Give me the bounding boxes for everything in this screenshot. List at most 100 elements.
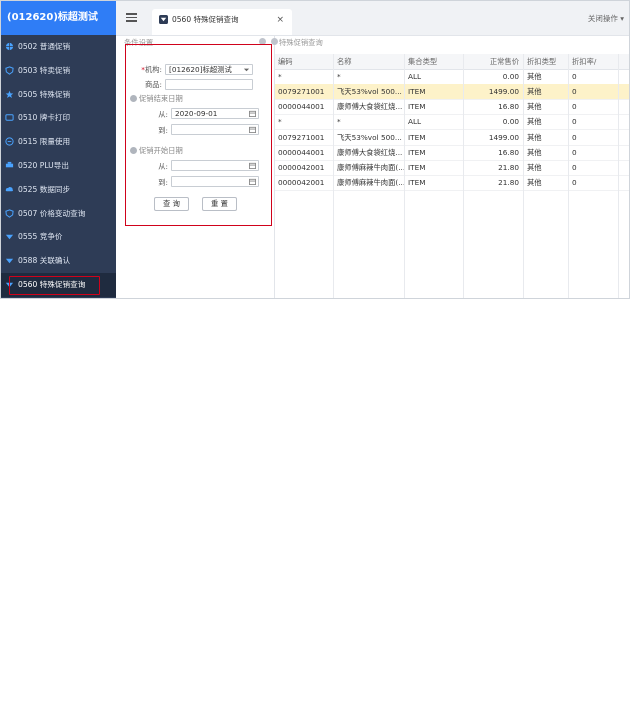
sidebar-item-1[interactable]: 0503 特卖促销 [1, 59, 116, 83]
table-cell: 0 [569, 99, 619, 115]
table-cell: 0079271001 [275, 84, 334, 100]
globe-icon [5, 42, 14, 51]
calendar-icon[interactable] [249, 110, 256, 117]
table-cell: 0.00 [464, 114, 524, 130]
org-select[interactable]: [012620]标超测试 [165, 64, 253, 75]
sidebar-item-label: 0560 特殊促销查询 [18, 279, 86, 289]
tab-app-icon [159, 15, 168, 24]
sidebar-item-9[interactable]: 0588 关联确认 [1, 249, 116, 273]
table-cell: 飞天53%vol 500... [334, 84, 405, 100]
sidebar: (012620)标超测试 0502 普通促销 0503 特卖促销 0505 特殊促销… [1, 1, 116, 298]
sidebar-item-3[interactable]: 0510 牌卡打印 [1, 106, 116, 130]
table-cell: 其他 [524, 144, 569, 160]
filter-panel: *机构: [012620]标超测试 商品: 促销结束日期 从: 2020-09-… [125, 44, 272, 226]
product-input[interactable] [165, 79, 253, 90]
table-row[interactable]: 0000042001 康师傅麻辣牛肉面(... ITEM 21.80 其他 0 [275, 159, 629, 176]
column-divider [523, 54, 524, 298]
table-cell: 0 [569, 159, 619, 175]
table-cell: 其他 [524, 69, 569, 85]
query-button[interactable]: 查 询 [154, 197, 189, 211]
table-cell: 其他 [524, 84, 569, 100]
start-from-date-input[interactable] [171, 160, 259, 171]
chevron-down-icon [243, 68, 250, 72]
table-cell: 16.80 [464, 144, 524, 160]
results-table: 编码 名称 集合类型 正常售价 折扣类型 折扣率/* * ALL 0.00 其他 0 00792710… [275, 54, 629, 298]
table-cell: ITEM [405, 99, 464, 115]
table-cell: ALL [405, 114, 464, 130]
table-cell: 16.80 [464, 99, 524, 115]
sidebar-item-2[interactable]: 0505 特殊促销 [1, 83, 116, 107]
table-cell: * [334, 69, 405, 85]
table-cell: 其他 [524, 129, 569, 145]
calendar-icon[interactable] [249, 126, 256, 133]
cloud-icon [5, 186, 13, 192]
shield-icon [5, 208, 14, 218]
tab-label: 0560 特殊促销查询 [172, 15, 239, 24]
table-cell: 其他 [524, 174, 569, 190]
reset-button[interactable]: 重 置 [202, 197, 237, 211]
tab-special-promo-query[interactable]: 0560 特殊促销查询 × [152, 9, 292, 35]
close-operations-menu[interactable]: 关闭操作 ▾ [588, 13, 624, 24]
column-header[interactable]: 编码 [275, 54, 334, 69]
sidebar-item-8[interactable]: 0555 竞争价 [1, 225, 116, 249]
end-from-date-input[interactable]: 2020-09-01 [171, 108, 259, 119]
end-from-date-value: 2020-09-01 [175, 109, 218, 118]
table-cell: ITEM [405, 159, 464, 175]
sidebar-item-7[interactable]: 0507 价格变动查询 [1, 202, 116, 226]
table-cell: 0000042001 [275, 159, 334, 175]
table-cell: * [275, 114, 334, 130]
start-from-label: 从: [158, 162, 168, 171]
end-from-label: 从: [158, 110, 168, 119]
sidebar-item-label: 0503 特卖促销 [18, 65, 71, 75]
sidebar-menu: 0502 普通促销 0503 特卖促销 0505 特殊促销 0510 牌卡打印 0515… [1, 35, 116, 297]
column-header[interactable]: 折扣类型 [524, 54, 569, 69]
column-divider [463, 54, 464, 298]
printer-icon [5, 161, 14, 168]
table-cell: ALL [405, 69, 464, 85]
table-row[interactable]: * * ALL 0.00 其他 0 [275, 69, 629, 86]
sidebar-item-6[interactable]: 0525 数据同步 [1, 178, 116, 202]
sidebar-item-10[interactable]: 0560 特殊促销查询 [1, 272, 116, 297]
start-to-label: 到: [158, 178, 168, 187]
end-date-section[interactable]: 促销结束日期 [130, 94, 183, 104]
table-cell: 0 [569, 84, 619, 100]
end-to-date-input[interactable] [171, 124, 259, 135]
table-cell: 其他 [524, 99, 569, 115]
table-row[interactable]: 0079271001 飞天53%vol 500... ITEM 1499.00 其他 0 [275, 129, 629, 146]
tab-close-icon[interactable]: × [276, 9, 284, 31]
start-date-section[interactable]: 促销开始日期 [130, 146, 183, 156]
table-row[interactable]: 0079271001 飞天53%vol 500... ITEM 1499.00 其他 0 [275, 84, 629, 101]
sidebar-item-0[interactable]: 0502 普通促销 [1, 35, 116, 59]
column-divider [618, 54, 619, 298]
column-divider [568, 54, 569, 298]
column-header[interactable]: 集合类型 [405, 54, 464, 69]
sidebar-item-label: 0588 关联确认 [18, 256, 71, 266]
table-cell: 1499.00 [464, 84, 524, 100]
calendar-icon[interactable] [249, 162, 256, 169]
table-row[interactable]: 0000044001 康师傅大食袋红烧... ITEM 16.80 其他 0 [275, 144, 629, 161]
app-window: (012620)标超测试 0502 普通促销 0503 特卖促销 0505 特殊促销… [0, 0, 630, 299]
column-header[interactable]: 折扣率/ [569, 54, 619, 69]
table-cell: 康师傅大食袋红烧... [334, 99, 405, 115]
table-cell: 0000044001 [275, 99, 334, 115]
table-row[interactable]: 0000044001 康师傅大食袋红烧... ITEM 16.80 其他 0 [275, 99, 629, 116]
menu-toggle-icon[interactable] [126, 13, 137, 22]
diamond-icon [5, 282, 14, 288]
sidebar-item-5[interactable]: 0520 PLU导出 [1, 154, 116, 178]
column-header[interactable]: 名称 [334, 54, 405, 69]
table-row[interactable]: * * ALL 0.00 其他 0 [275, 114, 629, 131]
table-row[interactable]: 0000042001 康师傅麻辣牛肉面(... ITEM 21.80 其他 0 [275, 174, 629, 191]
table-cell: 0 [569, 174, 619, 190]
column-header[interactable]: 正常售价 [464, 54, 524, 69]
table-cell: * [275, 69, 334, 85]
sidebar-item-4[interactable]: 0515 限量使用 [1, 130, 116, 154]
table-cell: 其他 [524, 159, 569, 175]
start-to-date-input[interactable] [171, 176, 259, 187]
table-cell: 康师傅麻辣牛肉面(... [334, 159, 405, 175]
table-cell: 其他 [524, 114, 569, 130]
collapse-icon[interactable] [271, 38, 278, 45]
table-cell: ITEM [405, 144, 464, 160]
calendar-icon[interactable] [249, 178, 256, 185]
table-cell: 0079271001 [275, 129, 334, 145]
sidebar-item-label: 0505 特殊促销 [18, 89, 71, 99]
